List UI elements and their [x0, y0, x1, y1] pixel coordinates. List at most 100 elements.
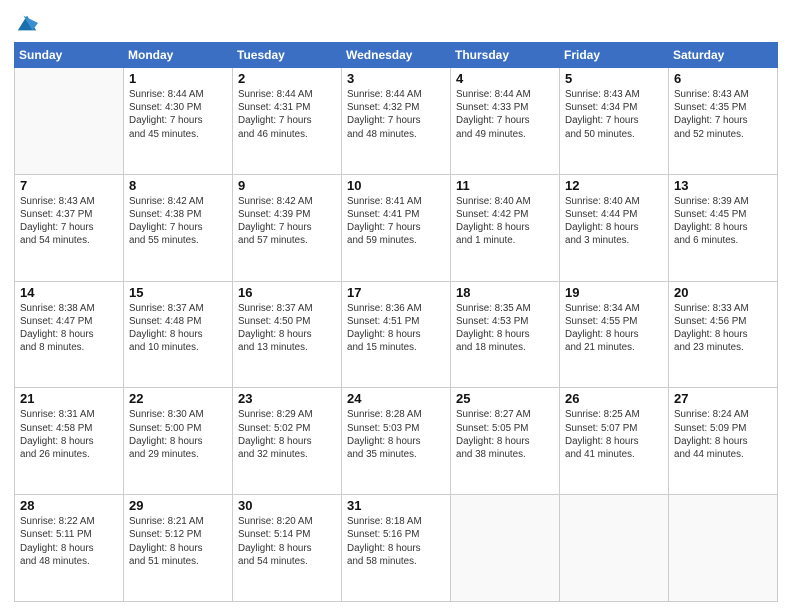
calendar-cell: 10Sunrise: 8:41 AM Sunset: 4:41 PM Dayli… [342, 174, 451, 281]
calendar-cell: 23 Sunrise: 8:29 AM Sunset: 5:02 PM Dayli… [233, 388, 342, 495]
calendar-cell: 17 Sunrise: 8:36 AM Sunset: 4:51 PM Dayli… [342, 281, 451, 388]
day-info: Sunrise: 8:44 AM Sunset: 4:30 PM Dayligh… [129, 88, 227, 141]
calendar-week-row: 14 Sunrise: 8:38 AM Sunset: 4:47 PM Dayli… [15, 281, 778, 388]
day-info: Sunrise: 8:29 AM Sunset: 5:02 PM Dayligh… [238, 408, 336, 461]
day-number: 1 [129, 71, 227, 86]
day-number: 21 [20, 391, 118, 406]
day-number: 28 [20, 498, 118, 513]
day-info: Sunrise: 8:37 AM Sunset: 4:48 PM Dayligh… [129, 302, 227, 355]
calendar-cell: 28Sunrise: 8:22 AM Sunset: 5:11 PM Dayli… [15, 495, 124, 602]
weekday-header-monday: Monday [124, 43, 233, 68]
calendar-week-row: 7 Sunrise: 8:43 AM Sunset: 4:37 PM Daylig… [15, 174, 778, 281]
day-number: 8 [129, 178, 227, 193]
calendar-cell: 8 Sunrise: 8:42 AM Sunset: 4:38 PM Daylig… [124, 174, 233, 281]
calendar-cell: 1 Sunrise: 8:44 AM Sunset: 4:30 PM Daylig… [124, 68, 233, 175]
day-info: Sunrise: 8:42 AM Sunset: 4:38 PM Dayligh… [129, 195, 227, 248]
day-number: 24 [347, 391, 445, 406]
day-info: Sunrise: 8:39 AM Sunset: 4:45 PM Dayligh… [674, 195, 772, 248]
calendar-cell: 22Sunrise: 8:30 AM Sunset: 5:00 PM Dayli… [124, 388, 233, 495]
day-info: Sunrise: 8:24 AM Sunset: 5:09 PM Dayligh… [674, 408, 772, 461]
calendar-cell: 5 Sunrise: 8:43 AM Sunset: 4:34 PM Daylig… [560, 68, 669, 175]
day-info: Sunrise: 8:40 AM Sunset: 4:42 PM Dayligh… [456, 195, 554, 248]
day-info: Sunrise: 8:43 AM Sunset: 4:37 PM Dayligh… [20, 195, 118, 248]
calendar-week-row: 28Sunrise: 8:22 AM Sunset: 5:11 PM Dayli… [15, 495, 778, 602]
calendar-cell: 3Sunrise: 8:44 AM Sunset: 4:32 PM Daylig… [342, 68, 451, 175]
calendar-week-row: 21 Sunrise: 8:31 AM Sunset: 4:58 PM Dayli… [15, 388, 778, 495]
day-number: 14 [20, 285, 118, 300]
calendar-cell [560, 495, 669, 602]
day-number: 16 [238, 285, 336, 300]
day-info: Sunrise: 8:33 AM Sunset: 4:56 PM Dayligh… [674, 302, 772, 355]
day-info: Sunrise: 8:34 AM Sunset: 4:55 PM Dayligh… [565, 302, 663, 355]
weekday-header-sunday: Sunday [15, 43, 124, 68]
calendar-cell: 27 Sunrise: 8:24 AM Sunset: 5:09 PM Dayli… [669, 388, 778, 495]
weekday-header-thursday: Thursday [451, 43, 560, 68]
weekday-header-tuesday: Tuesday [233, 43, 342, 68]
calendar-cell: 30 Sunrise: 8:20 AM Sunset: 5:14 PM Dayli… [233, 495, 342, 602]
day-info: Sunrise: 8:37 AM Sunset: 4:50 PM Dayligh… [238, 302, 336, 355]
day-number: 9 [238, 178, 336, 193]
calendar-cell: 7 Sunrise: 8:43 AM Sunset: 4:37 PM Daylig… [15, 174, 124, 281]
calendar-cell: 2Sunrise: 8:44 AM Sunset: 4:31 PM Daylig… [233, 68, 342, 175]
day-number: 30 [238, 498, 336, 513]
weekday-header-saturday: Saturday [669, 43, 778, 68]
day-number: 27 [674, 391, 772, 406]
day-info: Sunrise: 8:30 AM Sunset: 5:00 PM Dayligh… [129, 408, 227, 461]
day-number: 10 [347, 178, 445, 193]
calendar-cell: 24 Sunrise: 8:28 AM Sunset: 5:03 PM Dayli… [342, 388, 451, 495]
calendar-cell: 4 Sunrise: 8:44 AM Sunset: 4:33 PM Daylig… [451, 68, 560, 175]
day-info: Sunrise: 8:31 AM Sunset: 4:58 PM Dayligh… [20, 408, 118, 461]
day-number: 31 [347, 498, 445, 513]
calendar-cell: 29Sunrise: 8:21 AM Sunset: 5:12 PM Dayli… [124, 495, 233, 602]
calendar-cell: 21 Sunrise: 8:31 AM Sunset: 4:58 PM Dayli… [15, 388, 124, 495]
day-number: 15 [129, 285, 227, 300]
day-info: Sunrise: 8:43 AM Sunset: 4:34 PM Dayligh… [565, 88, 663, 141]
day-number: 6 [674, 71, 772, 86]
logo [14, 14, 38, 34]
day-number: 5 [565, 71, 663, 86]
header [14, 10, 778, 34]
calendar-cell: 9 Sunrise: 8:42 AM Sunset: 4:39 PM Daylig… [233, 174, 342, 281]
day-info: Sunrise: 8:18 AM Sunset: 5:16 PM Dayligh… [347, 515, 445, 568]
day-info: Sunrise: 8:25 AM Sunset: 5:07 PM Dayligh… [565, 408, 663, 461]
day-number: 23 [238, 391, 336, 406]
logo-icon [16, 12, 38, 34]
day-info: Sunrise: 8:36 AM Sunset: 4:51 PM Dayligh… [347, 302, 445, 355]
day-info: Sunrise: 8:21 AM Sunset: 5:12 PM Dayligh… [129, 515, 227, 568]
calendar-cell: 31 Sunrise: 8:18 AM Sunset: 5:16 PM Dayli… [342, 495, 451, 602]
day-info: Sunrise: 8:43 AM Sunset: 4:35 PM Dayligh… [674, 88, 772, 141]
calendar-cell: 19Sunrise: 8:34 AM Sunset: 4:55 PM Dayli… [560, 281, 669, 388]
weekday-header-wednesday: Wednesday [342, 43, 451, 68]
calendar-table: SundayMondayTuesdayWednesdayThursdayFrid… [14, 42, 778, 602]
day-info: Sunrise: 8:38 AM Sunset: 4:47 PM Dayligh… [20, 302, 118, 355]
day-number: 17 [347, 285, 445, 300]
day-info: Sunrise: 8:42 AM Sunset: 4:39 PM Dayligh… [238, 195, 336, 248]
day-info: Sunrise: 8:27 AM Sunset: 5:05 PM Dayligh… [456, 408, 554, 461]
day-info: Sunrise: 8:44 AM Sunset: 4:33 PM Dayligh… [456, 88, 554, 141]
day-number: 11 [456, 178, 554, 193]
calendar-cell: 11 Sunrise: 8:40 AM Sunset: 4:42 PM Dayli… [451, 174, 560, 281]
calendar-cell: 12 Sunrise: 8:40 AM Sunset: 4:44 PM Dayli… [560, 174, 669, 281]
calendar-cell: 16 Sunrise: 8:37 AM Sunset: 4:50 PM Dayli… [233, 281, 342, 388]
day-info: Sunrise: 8:35 AM Sunset: 4:53 PM Dayligh… [456, 302, 554, 355]
day-number: 3 [347, 71, 445, 86]
day-info: Sunrise: 8:20 AM Sunset: 5:14 PM Dayligh… [238, 515, 336, 568]
calendar-cell: 25Sunrise: 8:27 AM Sunset: 5:05 PM Dayli… [451, 388, 560, 495]
day-number: 4 [456, 71, 554, 86]
calendar-cell [15, 68, 124, 175]
calendar-week-row: 1 Sunrise: 8:44 AM Sunset: 4:30 PM Daylig… [15, 68, 778, 175]
day-number: 12 [565, 178, 663, 193]
day-info: Sunrise: 8:40 AM Sunset: 4:44 PM Dayligh… [565, 195, 663, 248]
day-info: Sunrise: 8:28 AM Sunset: 5:03 PM Dayligh… [347, 408, 445, 461]
day-number: 20 [674, 285, 772, 300]
day-number: 18 [456, 285, 554, 300]
calendar-cell: 14 Sunrise: 8:38 AM Sunset: 4:47 PM Dayli… [15, 281, 124, 388]
calendar-cell [669, 495, 778, 602]
day-number: 26 [565, 391, 663, 406]
day-number: 13 [674, 178, 772, 193]
calendar-cell: 6 Sunrise: 8:43 AM Sunset: 4:35 PM Daylig… [669, 68, 778, 175]
calendar-cell: 13 Sunrise: 8:39 AM Sunset: 4:45 PM Dayli… [669, 174, 778, 281]
day-number: 7 [20, 178, 118, 193]
day-info: Sunrise: 8:44 AM Sunset: 4:31 PM Dayligh… [238, 88, 336, 141]
calendar-cell [451, 495, 560, 602]
